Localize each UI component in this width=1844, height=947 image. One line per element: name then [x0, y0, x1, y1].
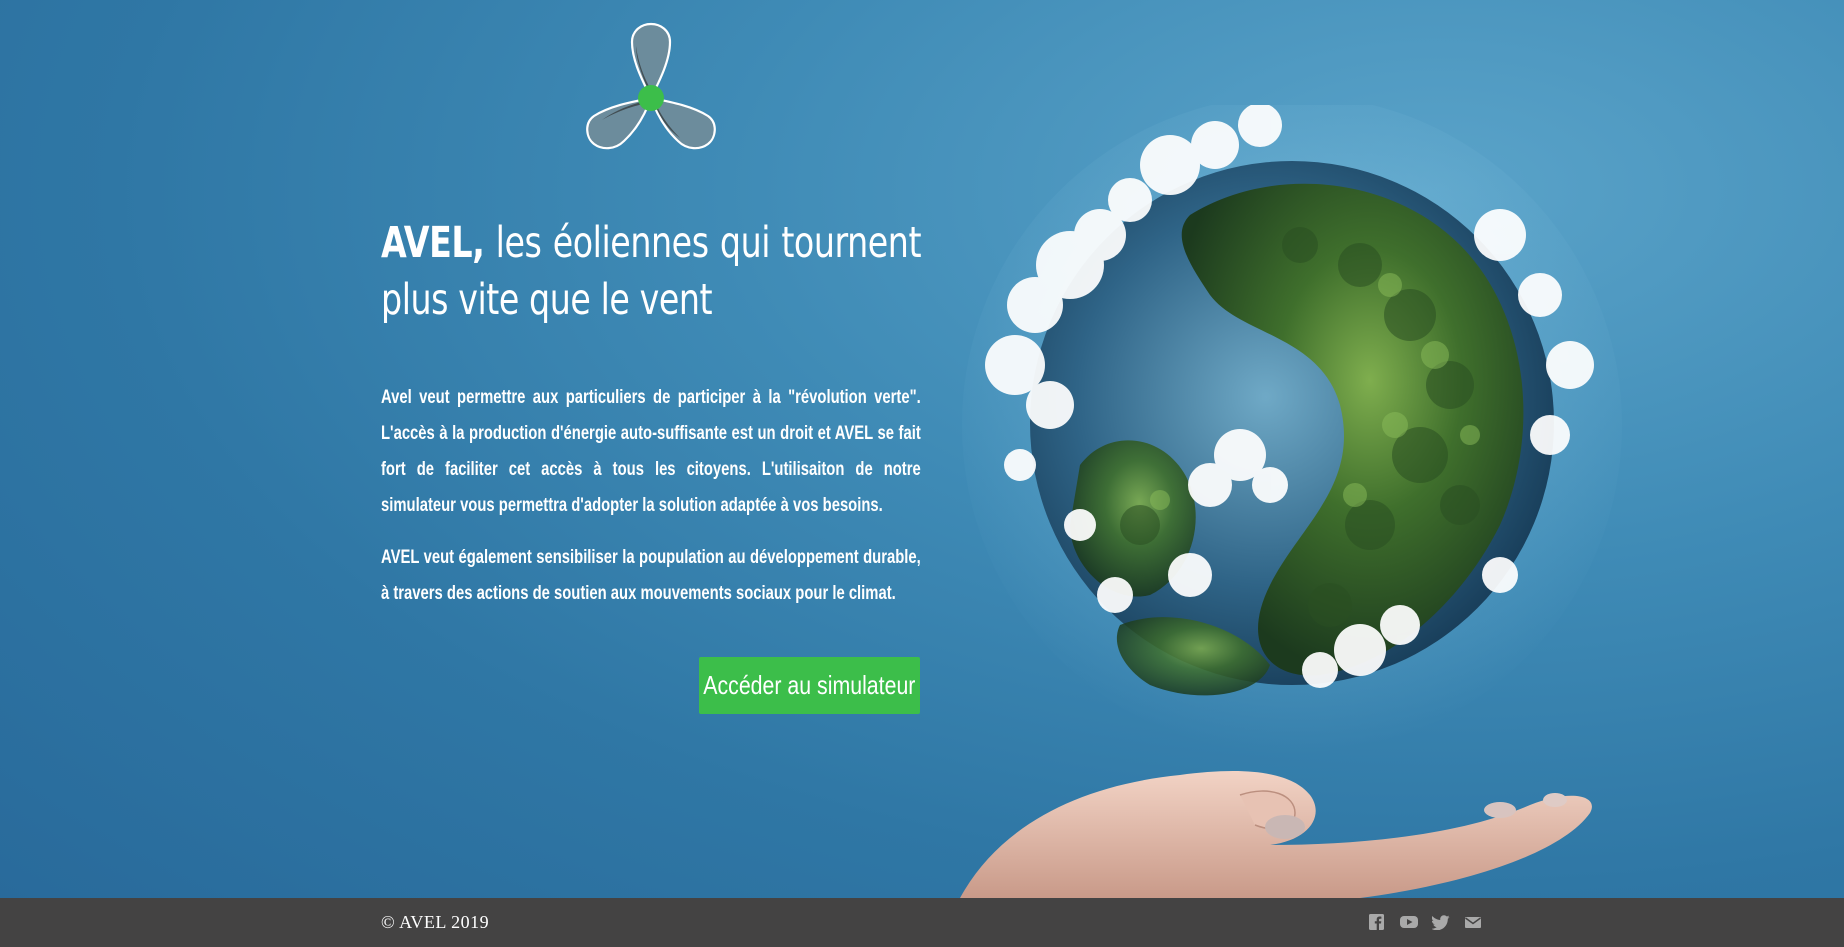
landing-page: AVEL, les éoliennes qui tournent plus vi… [0, 0, 1844, 947]
hero-content: AVEL, les éoliennes qui tournent plus vi… [381, 215, 922, 604]
footer: © AVEL 2019 [0, 898, 1844, 947]
mail-icon[interactable] [1464, 914, 1482, 930]
page-title: AVEL, les éoliennes qui tournent plus vi… [381, 215, 922, 329]
globe-in-hands-image [960, 105, 1622, 898]
social-links [1368, 914, 1482, 930]
intro-paragraph: Avel veut permettre aux particuliers de … [381, 387, 921, 516]
facebook-icon[interactable] [1368, 914, 1386, 930]
climate-paragraph: AVEL veut également sensibiliser la poup… [381, 547, 921, 604]
simulator-button-label: Accéder au simulateur [703, 670, 916, 700]
twitter-icon[interactable] [1432, 914, 1450, 930]
title-brand: AVEL, [381, 218, 485, 268]
hero-section: AVEL, les éoliennes qui tournent plus vi… [0, 0, 1844, 898]
avel-logo-icon [586, 22, 716, 150]
simulator-button[interactable]: Accéder au simulateur [699, 657, 920, 714]
copyright-text: © AVEL 2019 [381, 912, 490, 932]
youtube-icon[interactable] [1400, 914, 1418, 930]
globe-illustration [940, 105, 1630, 898]
